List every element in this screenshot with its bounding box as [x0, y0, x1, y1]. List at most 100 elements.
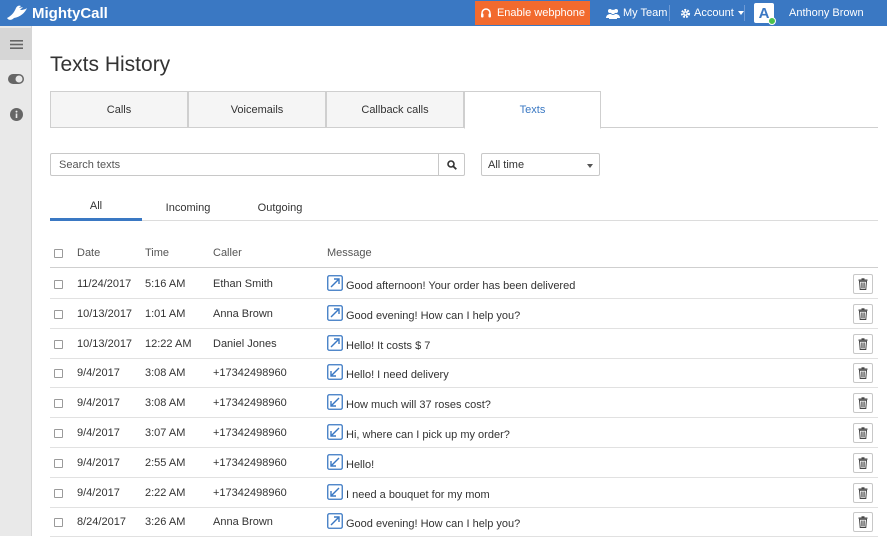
row-date: 11/24/2017	[77, 269, 131, 299]
column-message[interactable]: Message	[327, 240, 372, 266]
trash-icon	[858, 457, 868, 469]
search-input[interactable]	[50, 153, 439, 176]
trash-icon	[858, 427, 868, 439]
tab-callback-calls[interactable]: Callback calls	[326, 91, 464, 128]
row-caller: Daniel Jones	[213, 329, 277, 359]
delete-button[interactable]	[853, 512, 873, 532]
table-row[interactable]: 9/4/20173:07 AM+17342498960Hi, where can…	[50, 418, 878, 448]
delete-button[interactable]	[853, 363, 873, 383]
my-team-link[interactable]: My Team	[606, 0, 667, 26]
row-time: 2:55 AM	[145, 448, 185, 478]
subtab-outgoing[interactable]: Outgoing	[234, 194, 326, 221]
row-checkbox[interactable]	[54, 429, 63, 438]
row-checkbox[interactable]	[54, 489, 63, 498]
table-row[interactable]: 9/4/20172:55 AM+17342498960Hello!	[50, 448, 878, 478]
table-row[interactable]: 9/4/20173:08 AM+17342498960How much will…	[50, 388, 878, 418]
delete-button[interactable]	[853, 274, 873, 294]
sidebar-info-button[interactable]	[0, 98, 32, 130]
row-date: 9/4/2017	[77, 358, 120, 388]
enable-webphone-label: Enable webphone	[497, 7, 585, 19]
row-date: 8/24/2017	[77, 507, 126, 537]
row-message[interactable]: Good evening! How can I help you?	[346, 509, 520, 539]
row-message[interactable]: Hi, where can I pick up my order?	[346, 420, 510, 450]
subtab-outgoing-label: Outgoing	[258, 202, 303, 214]
tab-callback-calls-label: Callback calls	[361, 104, 428, 116]
row-time: 3:26 AM	[145, 507, 185, 537]
row-checkbox[interactable]	[54, 369, 63, 378]
row-date: 9/4/2017	[77, 418, 120, 448]
tab-voicemails[interactable]: Voicemails	[188, 91, 326, 128]
row-checkbox[interactable]	[54, 280, 63, 289]
row-message[interactable]: Hello! It costs $ 7	[346, 331, 430, 361]
row-date: 9/4/2017	[77, 388, 120, 418]
top-bar: MightyCall Enable webphone My Team Accou…	[0, 0, 887, 26]
delete-button[interactable]	[853, 483, 873, 503]
trash-icon	[858, 278, 868, 290]
delete-button[interactable]	[853, 423, 873, 443]
row-message[interactable]: I need a bouquet for my mom	[346, 480, 490, 510]
incoming-message-icon	[327, 424, 343, 440]
row-date: 10/13/2017	[77, 299, 132, 329]
row-checkbox[interactable]	[54, 399, 63, 408]
row-checkbox[interactable]	[54, 518, 63, 527]
row-message[interactable]: Hello! I need delivery	[346, 360, 449, 390]
subtab-incoming-label: Incoming	[166, 202, 211, 214]
user-name-label: Anthony Brown	[789, 7, 864, 19]
chevron-down-icon	[587, 164, 593, 168]
incoming-message-icon	[327, 454, 343, 470]
tab-voicemails-label: Voicemails	[231, 104, 284, 116]
time-range-value: All time	[488, 159, 524, 171]
tab-texts[interactable]: Texts	[464, 91, 601, 129]
avatar[interactable]: A	[754, 3, 774, 23]
trash-icon	[858, 487, 868, 499]
history-tabs: Calls Voicemails Callback calls Texts	[50, 91, 878, 128]
time-range-select[interactable]: All time	[481, 153, 600, 176]
row-time: 1:01 AM	[145, 299, 185, 329]
delete-button[interactable]	[853, 393, 873, 413]
table-row[interactable]: 8/24/20173:26 AMAnna BrownGood evening! …	[50, 507, 878, 537]
column-date[interactable]: Date	[77, 240, 100, 266]
row-message[interactable]: Hello!	[346, 450, 374, 480]
tab-calls[interactable]: Calls	[50, 91, 188, 128]
column-time[interactable]: Time	[145, 240, 169, 266]
incoming-message-icon	[327, 394, 343, 410]
brand-logo[interactable]: MightyCall	[6, 3, 108, 23]
select-all-checkbox[interactable]	[54, 249, 63, 258]
row-message[interactable]: How much will 37 roses cost?	[346, 390, 491, 420]
row-caller: +17342498960	[213, 478, 287, 508]
row-checkbox[interactable]	[54, 459, 63, 468]
search-button[interactable]	[438, 153, 465, 176]
row-message[interactable]: Good evening! How can I help you?	[346, 301, 520, 331]
row-time: 3:07 AM	[145, 418, 185, 448]
sidebar-toggle-button[interactable]	[0, 63, 32, 95]
trash-icon	[858, 338, 868, 350]
subtab-incoming[interactable]: Incoming	[142, 194, 234, 221]
search-icon	[447, 160, 457, 170]
outgoing-message-icon	[327, 275, 343, 291]
delete-button[interactable]	[853, 304, 873, 324]
row-checkbox[interactable]	[54, 310, 63, 319]
table-row[interactable]: 11/24/20175:16 AMEthan SmithGood afterno…	[50, 269, 878, 299]
online-status-icon	[768, 17, 776, 25]
subtab-all[interactable]: All	[50, 194, 142, 221]
info-icon	[10, 108, 23, 121]
row-caller: Anna Brown	[213, 299, 273, 329]
account-menu[interactable]: Account	[680, 0, 744, 26]
user-name[interactable]: Anthony Brown	[789, 0, 864, 26]
table-row[interactable]: 10/13/201712:22 AMDaniel JonesHello! It …	[50, 329, 878, 359]
row-message[interactable]: Good afternoon! Your order has been deli…	[346, 271, 575, 301]
delete-button[interactable]	[853, 334, 873, 354]
row-caller: +17342498960	[213, 358, 287, 388]
table-row[interactable]: 10/13/2017 1:01 AM Anna Brown Good evening!…	[50, 299, 878, 329]
table-row[interactable]: 9/4/20172:22 AM+17342498960I need a bouq…	[50, 478, 878, 508]
column-caller[interactable]: Caller	[213, 240, 242, 266]
my-team-label: My Team	[623, 7, 667, 19]
delete-button[interactable]	[853, 453, 873, 473]
table-row[interactable]: 9/4/20173:08 AM+17342498960Hello! I need…	[50, 358, 878, 388]
tab-texts-label: Texts	[520, 104, 546, 116]
row-caller: Ethan Smith	[213, 269, 273, 299]
sidebar	[0, 26, 32, 536]
row-checkbox[interactable]	[54, 340, 63, 349]
sidebar-menu-button[interactable]	[0, 28, 32, 60]
enable-webphone-button[interactable]: Enable webphone	[475, 1, 590, 25]
